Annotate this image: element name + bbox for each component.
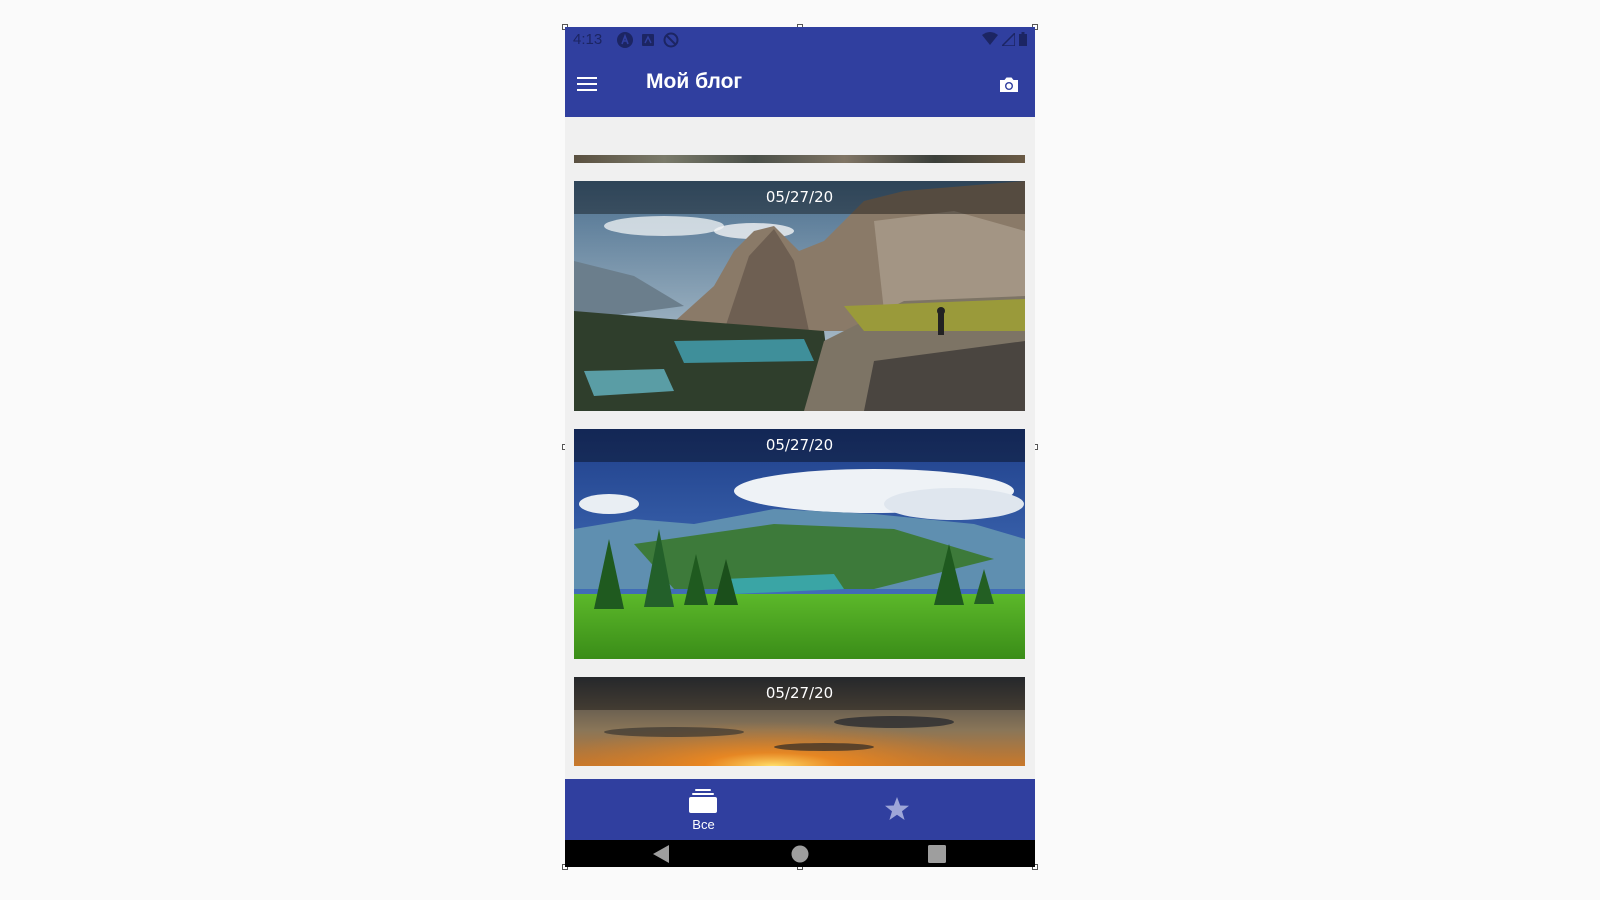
- post-card[interactable]: 05/27/20: [574, 429, 1025, 659]
- status-system-icons: [982, 32, 1027, 46]
- status-time: 4:13: [573, 31, 603, 48]
- nav-item-favorites[interactable]: [800, 779, 1035, 840]
- post-date: 05/27/20: [574, 677, 1025, 710]
- post-card[interactable]: 05/27/20: [574, 181, 1025, 411]
- status-bar: 4:13: [565, 27, 1035, 53]
- post-feed[interactable]: 05/27/20 05/27/20 05/27/20: [565, 117, 1035, 779]
- camera-icon[interactable]: [997, 73, 1021, 97]
- app-toolbar: Мой блог: [565, 53, 1035, 117]
- hamburger-menu-icon[interactable]: [576, 73, 598, 95]
- wifi-icon: [982, 32, 998, 45]
- stack-cards-icon: [689, 789, 717, 813]
- device-frame: 4:13 Мой блог 05/27/20 05/27/20 05/27/20…: [565, 27, 1035, 867]
- recents-icon[interactable]: [928, 845, 946, 863]
- post-date: 05/27/20: [574, 429, 1025, 462]
- battery-icon: [1019, 32, 1027, 46]
- bottom-navigation: Все: [565, 779, 1035, 840]
- status-notification-icons: [617, 32, 679, 48]
- star-icon: [885, 797, 909, 820]
- post-date: 05/27/20: [574, 181, 1025, 214]
- notification-a-icon: [617, 32, 633, 48]
- cell-signal-icon: [1002, 32, 1015, 46]
- post-card[interactable]: 05/27/20: [574, 677, 1025, 766]
- notification-app-icon: [642, 34, 654, 46]
- nav-item-all[interactable]: Все: [565, 779, 800, 840]
- home-icon[interactable]: [791, 845, 809, 863]
- do-not-disturb-icon: [663, 32, 679, 48]
- system-navigation-bar: [565, 840, 1035, 867]
- post-image-green-meadow: [574, 429, 1025, 659]
- post-card-partial[interactable]: [574, 155, 1025, 163]
- page-title: Мой блог: [646, 70, 743, 93]
- post-image-mountain-lake: [574, 181, 1025, 411]
- back-icon[interactable]: [652, 844, 670, 864]
